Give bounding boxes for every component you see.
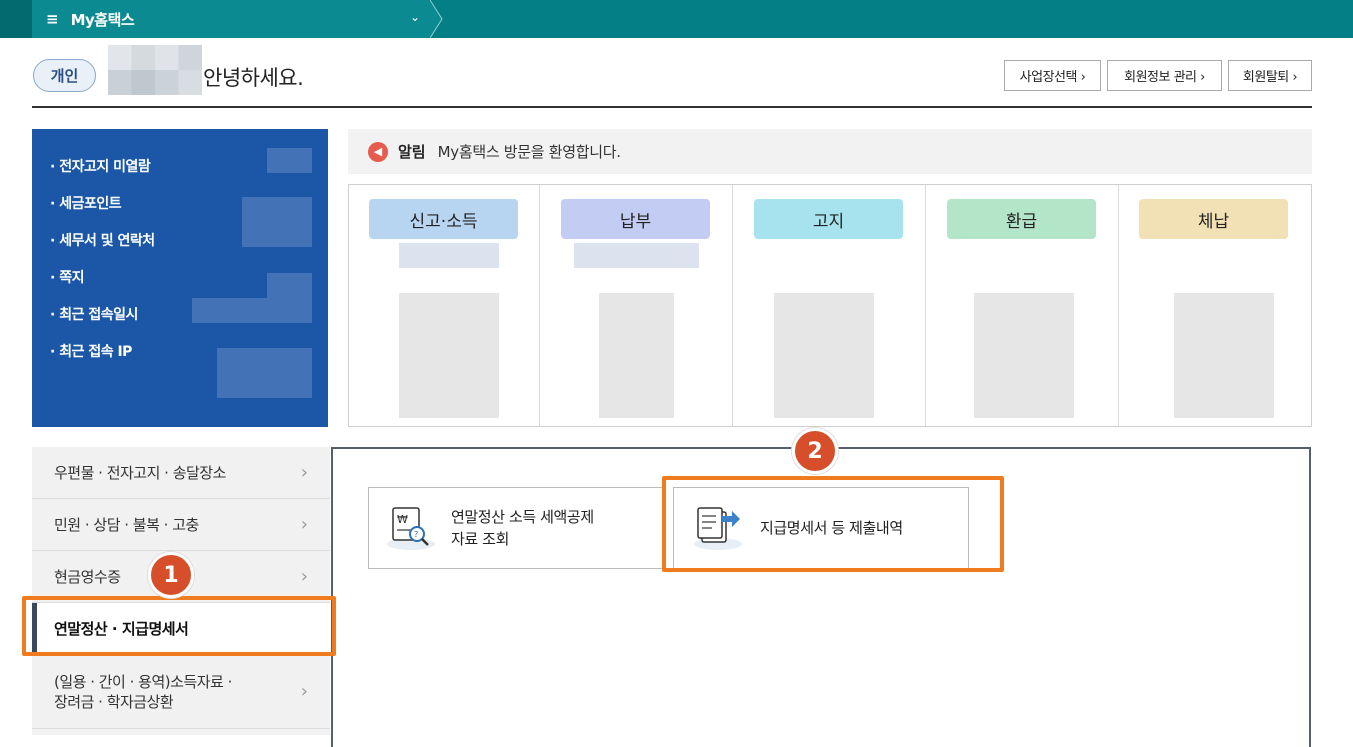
sidebar-item-label: 우편물 · 전자고지 · 송달장소 bbox=[54, 463, 226, 482]
card-label-line2: 자료 조회 bbox=[451, 530, 509, 548]
sidebar-item-label: (일용 · 간이 · 용역)소득자료 · 장려금 · 학자금상환 bbox=[54, 672, 232, 712]
top-nav-left-block bbox=[0, 0, 32, 38]
redacted-value bbox=[399, 293, 499, 418]
step-1-marker: 1 bbox=[148, 552, 194, 598]
redacted-value bbox=[1174, 293, 1274, 418]
member-type-badge: 개인 bbox=[33, 59, 96, 92]
svg-text:?: ? bbox=[414, 530, 418, 539]
tab-filing-income[interactable]: 신고·소득 bbox=[369, 199, 518, 239]
user-name-redacted bbox=[108, 45, 202, 95]
redacted-value bbox=[217, 348, 312, 398]
chevron-right-icon: › bbox=[300, 681, 308, 702]
year-end-deduction-lookup-card[interactable]: ₩ ? 연말정산 소득 세액공제 자료 조회 bbox=[368, 487, 663, 569]
member-info-button[interactable]: 회원정보 관리 › bbox=[1107, 60, 1222, 91]
submenu-content-panel: ₩ ? 연말정산 소득 세액공제 자료 조회 지급명세서 등 제출내역 bbox=[331, 447, 1311, 747]
redacted-value bbox=[267, 148, 312, 173]
redacted-value bbox=[399, 243, 499, 268]
menu-title: My홈택스 bbox=[70, 10, 135, 29]
step-2-marker: 2 bbox=[792, 428, 838, 474]
sidebar-item-income-data[interactable]: (일용 · 간이 · 용역)소득자료 · 장려금 · 학자금상환 › bbox=[32, 655, 330, 729]
redacted-value bbox=[599, 293, 674, 418]
card-label: 연말정산 소득 세액공제 자료 조회 bbox=[451, 506, 594, 550]
sidebar-item-year-end-settlement[interactable]: 연말정산 · 지급명세서 bbox=[32, 603, 330, 655]
redacted-value bbox=[242, 197, 312, 247]
user-info-panel: · 전자고지 미열람 · 세금포인트 · 세무서 및 연락처 · 쪽지 · 최근… bbox=[32, 129, 328, 427]
info-last-login: · 최근 접속일시 bbox=[50, 307, 138, 323]
greeting-text: 안녕하세요. bbox=[203, 66, 304, 90]
redacted-value bbox=[192, 298, 312, 323]
sidebar-item-label: 연말정산 · 지급명세서 bbox=[54, 619, 189, 638]
my-hometax-menu-button[interactable]: ≡ My홈택스 ⌄ bbox=[32, 0, 430, 38]
sidebar-item-label: 현금영수증 bbox=[54, 567, 121, 586]
sidebar-item-mail-notice[interactable]: 우편물 · 전자고지 · 송달장소 › bbox=[32, 447, 330, 499]
chevron-right-icon: › bbox=[300, 566, 308, 587]
info-tax-points[interactable]: · 세금포인트 bbox=[50, 193, 122, 213]
sidebar-item-civil-petition[interactable]: 민원 · 상담 · 불복 · 고충 › bbox=[32, 499, 330, 551]
info-last-ip: · 최근 접속 IP bbox=[50, 344, 132, 360]
info-unread-notices[interactable]: · 전자고지 미열람 bbox=[50, 156, 151, 176]
sidebar-item-label-line2: 장려금 · 학자금상환 bbox=[54, 692, 174, 711]
chevron-right-icon: › bbox=[300, 462, 308, 483]
redacted-value bbox=[574, 243, 699, 268]
withdraw-membership-button[interactable]: 회원탈퇴 › bbox=[1228, 60, 1312, 91]
sidebar-item-label: 민원 · 상담 · 불복 · 고충 bbox=[54, 515, 199, 534]
info-tax-office[interactable]: · 세무서 및 연락처 bbox=[50, 230, 155, 250]
document-export-icon bbox=[694, 507, 742, 550]
notice-bar: ◀ 알림 My홈택스 방문을 환영합니다. bbox=[348, 129, 1312, 174]
tab-notice[interactable]: 고지 bbox=[754, 199, 903, 239]
info-messages[interactable]: · 쪽지 bbox=[50, 267, 84, 287]
sidebar-item-label-line1: (일용 · 간이 · 용역)소득자료 · bbox=[54, 672, 232, 691]
status-summary-grid: 신고·소득 납부 고지 환급 체납 bbox=[348, 184, 1312, 427]
megaphone-icon: ◀ bbox=[368, 141, 388, 162]
notice-label: 알림 bbox=[398, 143, 426, 161]
redacted-value bbox=[974, 293, 1074, 418]
tab-payment[interactable]: 납부 bbox=[561, 199, 710, 239]
breadcrumb-divider-icon bbox=[430, 0, 443, 38]
payment-statement-submission-card[interactable]: 지급명세서 등 제출내역 bbox=[673, 487, 969, 569]
tab-arrears[interactable]: 체납 bbox=[1139, 199, 1288, 239]
chevron-down-icon: ⌄ bbox=[409, 10, 420, 24]
document-search-icon: ₩ ? bbox=[387, 507, 435, 550]
chevron-right-icon: › bbox=[300, 514, 308, 535]
redacted-value bbox=[267, 273, 312, 298]
notice-text: My홈택스 방문을 환영합니다. bbox=[437, 143, 621, 161]
redacted-value bbox=[774, 293, 874, 418]
card-label: 지급명세서 등 제출내역 bbox=[760, 519, 903, 537]
select-business-button[interactable]: 사업장선택 › bbox=[1004, 60, 1101, 91]
hamburger-icon: ≡ bbox=[46, 10, 59, 28]
tab-refund[interactable]: 환급 bbox=[947, 199, 1096, 239]
card-label-line1: 연말정산 소득 세액공제 bbox=[451, 508, 594, 526]
header-divider bbox=[32, 106, 1312, 108]
svg-text:₩: ₩ bbox=[397, 513, 408, 526]
